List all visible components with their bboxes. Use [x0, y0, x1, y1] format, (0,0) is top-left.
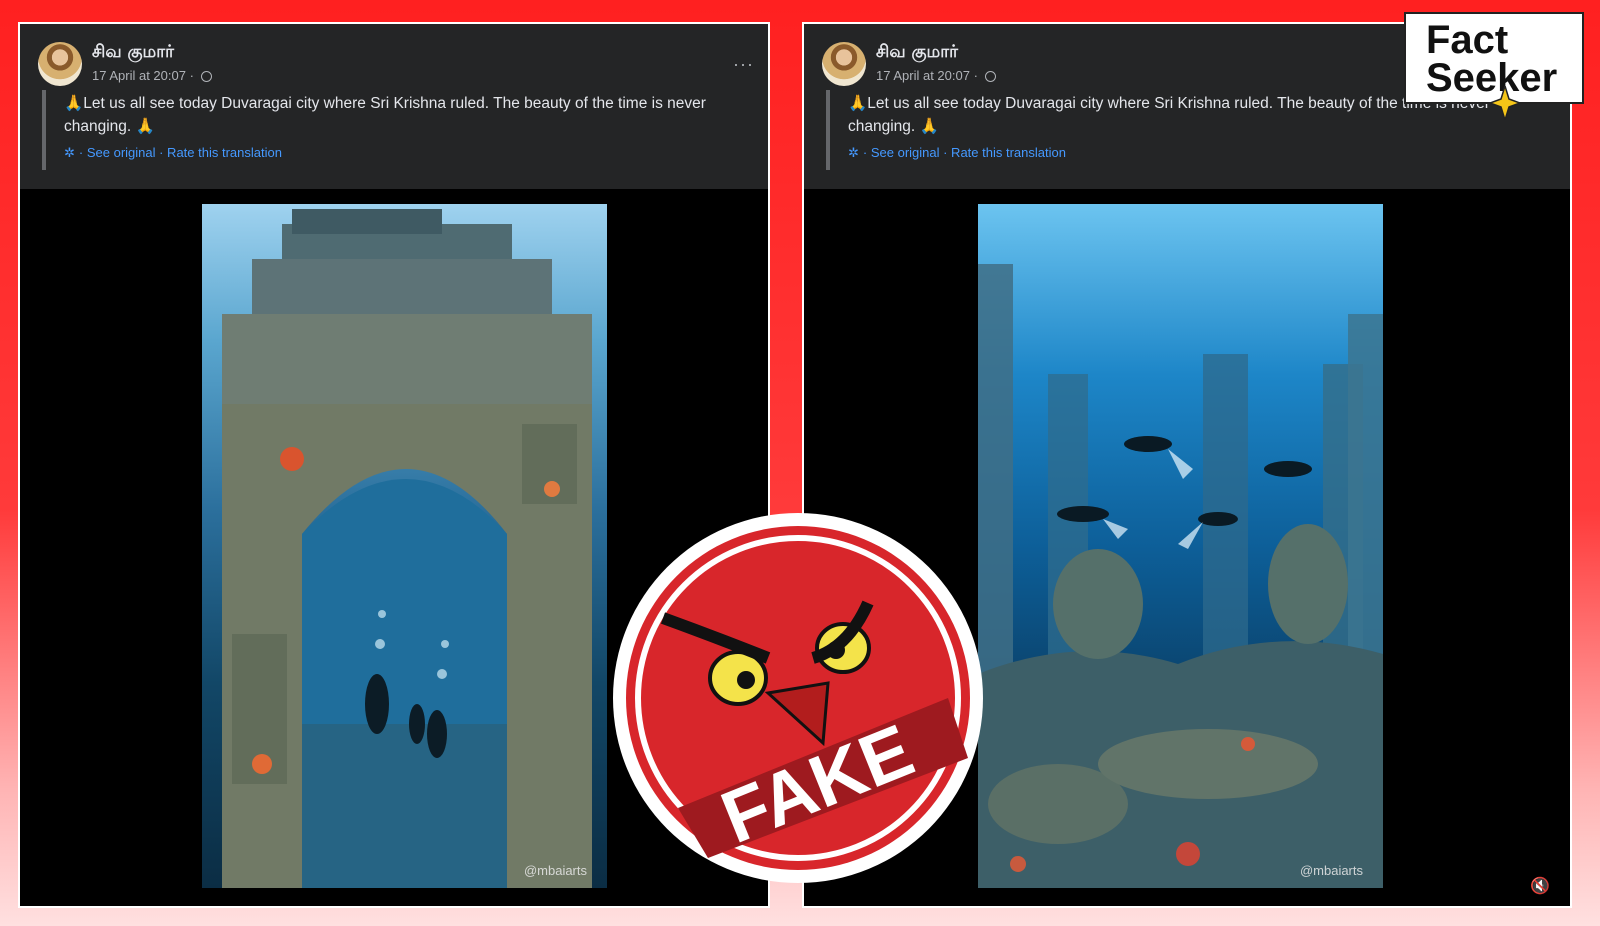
ruins-illustration: [978, 264, 1383, 888]
translation-links[interactable]: ✲ · See original · Rate this translation: [64, 145, 728, 161]
mute-icon[interactable]: 🔇: [1530, 876, 1550, 896]
timestamp[interactable]: 17 April at 20:07 ·: [876, 68, 978, 83]
post-meta: 17 April at 20:07 ·: [92, 68, 212, 83]
more-options-icon[interactable]: ···: [733, 54, 754, 75]
watermark: @mbaiarts: [523, 863, 587, 878]
gear-icon: ✲: [64, 145, 75, 160]
logo-line-1: Fact: [1426, 18, 1509, 62]
author-name[interactable]: சிவ குமார்: [876, 42, 958, 64]
translation-text[interactable]: · See original · Rate this translation: [863, 145, 1066, 160]
globe-icon: [984, 71, 996, 82]
avatar[interactable]: [38, 42, 82, 86]
translation-text[interactable]: · See original · Rate this translation: [79, 145, 282, 160]
author-name[interactable]: சிவ குமார்: [92, 42, 174, 64]
timestamp[interactable]: 17 April at 20:07 ·: [92, 68, 194, 83]
star-icon: [1490, 86, 1520, 120]
post-meta: 17 April at 20:07 ·: [876, 68, 996, 83]
video-player[interactable]: @mbaiarts: [978, 204, 1383, 888]
avatar[interactable]: [822, 42, 866, 86]
watermark: @mbaiarts: [1299, 863, 1363, 878]
video-player[interactable]: @mbaiarts: [202, 204, 607, 888]
translation-links[interactable]: ✲ · See original · Rate this translation: [848, 145, 1530, 161]
temple-gate-illustration: [222, 209, 592, 888]
fact-seeker-logo: Fact Seeker: [1404, 12, 1584, 120]
gear-icon: ✲: [848, 145, 859, 160]
fake-stamp: FAKE: [613, 513, 983, 883]
post-text: 🙏Let us all see today Duvaragai city whe…: [64, 95, 706, 135]
post-quote: 🙏Let us all see today Duvaragai city whe…: [42, 90, 728, 170]
post-header: சிவ குமார் 17 April at 20:07 · ··· 🙏Let …: [20, 24, 768, 189]
globe-icon: [200, 71, 212, 82]
